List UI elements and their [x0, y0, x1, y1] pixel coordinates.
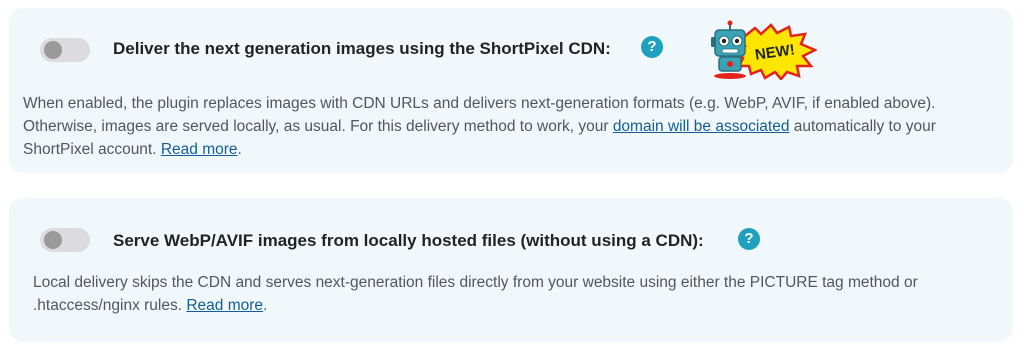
- toggle-knob: [44, 41, 62, 59]
- cdn-desc-end: .: [237, 141, 242, 158]
- cdn-delivery-title: Deliver the next generation images using…: [113, 39, 611, 58]
- help-icon[interactable]: ?: [738, 228, 760, 250]
- cdn-read-more-link[interactable]: Read more: [161, 141, 238, 158]
- cdn-delivery-toggle[interactable]: [40, 38, 90, 62]
- cdn-delivery-card: Deliver the next generation images using…: [9, 8, 1013, 173]
- cdn-delivery-description: When enabled, the plugin replaces images…: [23, 92, 1008, 161]
- toggle-knob: [44, 231, 62, 249]
- local-delivery-toggle[interactable]: [40, 228, 90, 252]
- domain-associated-link[interactable]: domain will be associated: [613, 118, 790, 135]
- new-badge-robot-icon: NEW!: [711, 20, 817, 80]
- local-read-more-link[interactable]: Read more: [186, 297, 263, 314]
- local-delivery-title: Serve WebP/AVIF images from locally host…: [113, 231, 704, 250]
- local-delivery-card: Serve WebP/AVIF images from locally host…: [9, 198, 1013, 342]
- local-desc-text-1: Local delivery skips the CDN and serves …: [33, 274, 918, 314]
- help-icon[interactable]: ?: [641, 36, 663, 58]
- local-delivery-description: Local delivery skips the CDN and serves …: [33, 271, 1003, 317]
- local-desc-end: .: [263, 297, 268, 314]
